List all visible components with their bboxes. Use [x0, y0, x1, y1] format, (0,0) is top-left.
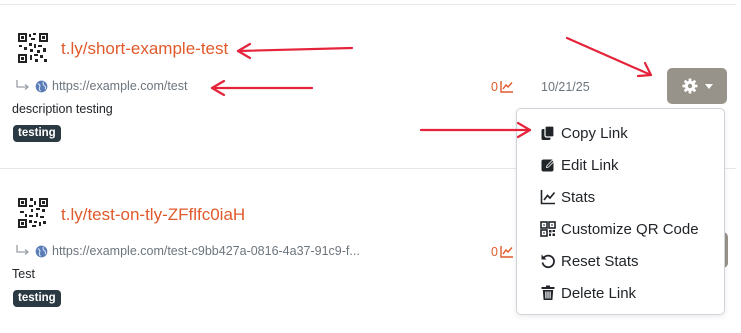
trash-icon: [541, 285, 555, 300]
chevron-down-icon: [704, 83, 713, 89]
globe-icon: [35, 80, 48, 92]
menu-item-stats[interactable]: Stats: [540, 185, 595, 209]
qr-code-icon: [540, 221, 556, 237]
menu-item-customize-qr[interactable]: Customize QR Code: [540, 217, 699, 241]
original-url-row: https://example.com/test: [15, 79, 187, 93]
reset-icon: [541, 254, 555, 269]
copy-icon: [541, 125, 555, 140]
menu-item-copy-link[interactable]: Copy Link: [540, 121, 628, 145]
menu-item-label: Reset Stats: [561, 252, 639, 270]
menu-item-label: Edit Link: [561, 156, 619, 174]
original-url[interactable]: https://example.com/test: [52, 79, 187, 93]
menu-item-edit-link[interactable]: Edit Link: [540, 153, 619, 177]
menu-item-label: Delete Link: [561, 284, 637, 302]
link-actions-button[interactable]: [667, 68, 727, 104]
edit-icon: [541, 159, 555, 172]
qr-code-thumbnail[interactable]: [18, 33, 48, 63]
short-link[interactable]: t.ly/short-example-test: [61, 39, 228, 59]
click-count-value: 0: [491, 245, 498, 259]
menu-item-label: Customize QR Code: [561, 220, 699, 238]
chart-icon: [540, 190, 556, 205]
menu-item-label: Copy Link: [561, 124, 628, 142]
click-count[interactable]: 0: [491, 245, 514, 259]
menu-item-reset-stats[interactable]: Reset Stats: [540, 249, 639, 273]
link-actions-menu: Copy Link Edit Link Stats Customize QR C…: [516, 108, 725, 315]
link-description: Test: [12, 267, 35, 281]
menu-item-label: Stats: [561, 188, 596, 206]
tag-badge[interactable]: testing: [13, 125, 61, 142]
redirect-arrow-icon: [16, 245, 30, 255]
original-url[interactable]: https://example.com/test-c9bb427a-0816-4…: [52, 244, 360, 258]
annotation-arrow-original-url: [210, 79, 314, 97]
redirect-arrow-icon: [16, 80, 30, 90]
click-count-value: 0: [491, 80, 498, 94]
chart-icon: [500, 81, 513, 93]
qr-code-thumbnail[interactable]: [18, 198, 48, 228]
menu-item-delete-link[interactable]: Delete Link: [540, 281, 636, 305]
click-count[interactable]: 0: [491, 80, 514, 94]
annotation-arrow-copy-link: [419, 121, 532, 139]
chart-icon: [500, 246, 513, 258]
globe-icon: [35, 245, 48, 257]
tag-badge[interactable]: testing: [13, 290, 61, 307]
original-url-row: https://example.com/test-c9bb427a-0816-4…: [15, 244, 360, 258]
gear-icon: [682, 78, 697, 94]
link-description: description testing: [12, 102, 113, 116]
top-divider: [0, 4, 736, 5]
created-date: 10/21/25: [541, 80, 590, 94]
short-link[interactable]: t.ly/test-on-tly-ZFflfc0iaH: [61, 205, 245, 225]
annotation-arrow-short-link: [236, 42, 354, 60]
annotation-arrow-gear-button: [565, 36, 653, 78]
